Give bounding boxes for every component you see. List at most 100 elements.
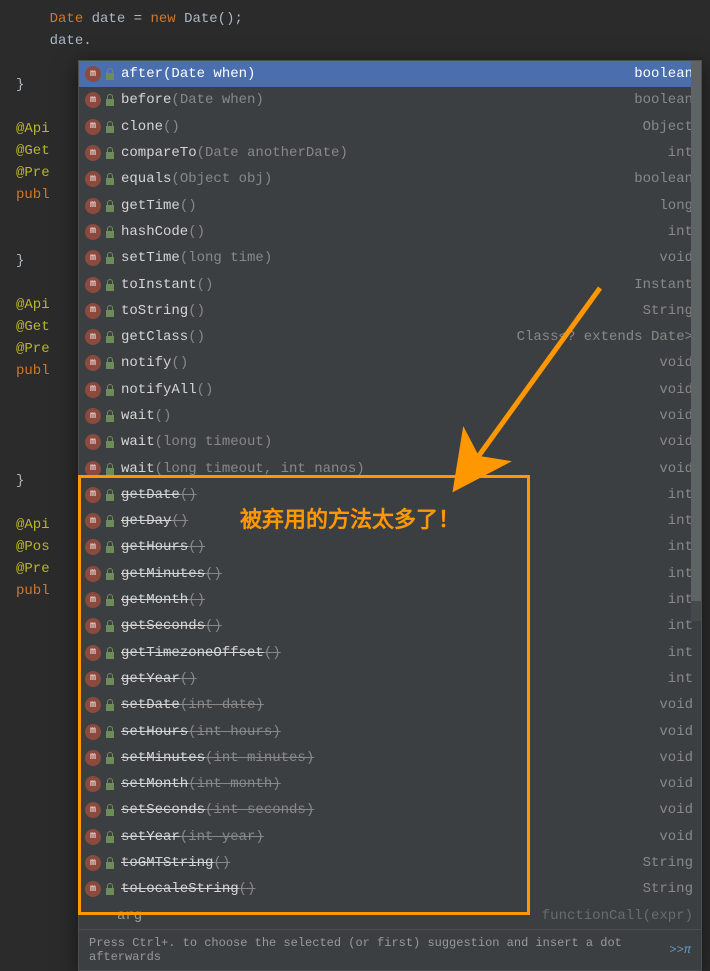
suggestion-getClass[interactable]: mgetClass()Class<? extends Date> [79,324,701,350]
method-icon: m [85,645,101,661]
suggestion-wait[interactable]: mwait(long timeout, int nanos)void [79,455,701,481]
suggestion-toLocaleString[interactable]: mtoLocaleString()String [79,876,701,902]
lock-icon [105,200,115,212]
suggestion-setHours[interactable]: msetHours(int hours)void [79,718,701,744]
method-params: (int year) [180,829,264,845]
return-type: Object [643,119,693,135]
lock-icon [105,489,115,501]
suggestion-getMonth[interactable]: mgetMonth()int [79,587,701,613]
lock-icon [105,331,115,343]
pi-icon[interactable]: π [684,943,691,957]
method-params: () [197,277,214,293]
method-params: () [163,119,180,135]
method-name: getSeconds [121,618,205,634]
suggestion-equals[interactable]: mequals(Object obj)boolean [79,166,701,192]
lock-icon [105,620,115,632]
return-type: int [668,145,693,161]
lock-icon [105,94,115,106]
suggestion-getDay[interactable]: mgetDay()int [79,508,701,534]
hint-text: Press Ctrl+. to choose the selected (or … [89,936,665,964]
suggestion-toInstant[interactable]: mtoInstant()Instant [79,271,701,297]
suggestion-getTime[interactable]: mgetTime()long [79,192,701,218]
method-icon: m [85,802,101,818]
return-type: int [668,539,693,555]
suggestion-setTime[interactable]: msetTime(long time)void [79,245,701,271]
suggestion-wait[interactable]: mwait(long timeout)void [79,429,701,455]
suggestion-getTimezoneOffset[interactable]: mgetTimezoneOffset()int [79,640,701,666]
suggestion-getDate[interactable]: mgetDate()int [79,482,701,508]
suggestion-setYear[interactable]: msetYear(int year)void [79,824,701,850]
lock-icon [105,226,115,238]
return-type: int [668,487,693,503]
method-icon: m [85,855,101,871]
method-icon: m [85,277,101,293]
method-icon: m [85,224,101,240]
lock-icon [105,752,115,764]
return-type: void [659,382,693,398]
method-params: () [213,855,230,871]
suggestion-wait[interactable]: mwait()void [79,403,701,429]
method-icon: m [85,671,101,687]
suggestion-setSeconds[interactable]: msetSeconds(int seconds)void [79,797,701,823]
hint-bar: Press Ctrl+. to choose the selected (or … [79,929,701,970]
return-type: void [659,829,693,845]
code-line-1: Date date = new Date(); [16,8,710,30]
suggestion-before[interactable]: mbefore(Date when)boolean [79,87,701,113]
template-suggestion-arg[interactable]: arg functionCall(expr) [79,903,701,929]
method-params: (Date when) [171,92,263,108]
suggestion-getHours[interactable]: mgetHours()int [79,534,701,560]
lock-icon [105,463,115,475]
method-name: setMinutes [121,750,205,766]
return-type: void [659,697,693,713]
lock-icon [105,857,115,869]
method-name: setSeconds [121,802,205,818]
suggestion-notifyAll[interactable]: mnotifyAll()void [79,377,701,403]
scrollbar-thumb[interactable] [691,61,701,601]
suggestion-setDate[interactable]: msetDate(int date)void [79,692,701,718]
return-type: void [659,750,693,766]
suggestion-toGMTString[interactable]: mtoGMTString()String [79,850,701,876]
return-type: boolean [634,66,693,82]
suggestion-after[interactable]: mafter(Date when)boolean [79,61,701,87]
suggestion-getYear[interactable]: mgetYear()int [79,666,701,692]
lock-icon [105,436,115,448]
method-params: () [264,645,281,661]
return-type: boolean [634,92,693,108]
method-name: toString [121,303,188,319]
return-type: Instant [634,277,693,293]
method-params: () [180,487,197,503]
suggestion-getMinutes[interactable]: mgetMinutes()int [79,561,701,587]
suggestion-toString[interactable]: mtoString()String [79,298,701,324]
suggestion-notify[interactable]: mnotify()void [79,350,701,376]
method-name: getMonth [121,592,188,608]
method-params: () [205,566,222,582]
method-params: (Object obj) [171,171,272,187]
return-type: void [659,250,693,266]
suggestion-hashCode[interactable]: mhashCode()int [79,219,701,245]
suggestion-list[interactable]: mafter(Date when)booleanmbefore(Date whe… [79,61,701,903]
suggestion-compareTo[interactable]: mcompareTo(Date anotherDate)int [79,140,701,166]
method-name: setDate [121,697,180,713]
method-name: setTime [121,250,180,266]
autocomplete-popup[interactable]: mafter(Date when)booleanmbefore(Date whe… [78,60,702,971]
suggestion-setMinutes[interactable]: msetMinutes(int minutes)void [79,745,701,771]
method-name: wait [121,408,155,424]
method-name: after [121,66,163,82]
suggestion-clone[interactable]: mclone()Object [79,114,701,140]
lock-icon [105,778,115,790]
suggestion-setMonth[interactable]: msetMonth(int month)void [79,771,701,797]
return-type: String [643,303,693,319]
method-icon: m [85,198,101,214]
return-type: long [659,198,693,214]
method-icon: m [85,171,101,187]
lock-icon [105,252,115,264]
lock-icon [105,305,115,317]
method-icon: m [85,66,101,82]
suggestion-getSeconds[interactable]: mgetSeconds()int [79,613,701,639]
method-params: (long timeout) [155,434,273,450]
hint-link[interactable]: >> [669,943,683,957]
method-params: (long time) [180,250,272,266]
scrollbar[interactable] [691,61,701,621]
method-name: setHours [121,724,188,740]
method-name: hashCode [121,224,188,240]
